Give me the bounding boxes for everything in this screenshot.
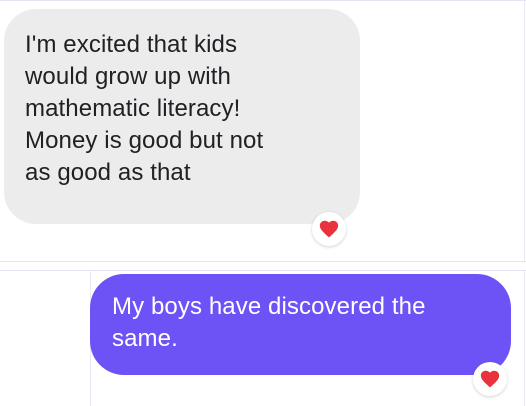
heart-icon (319, 220, 339, 238)
heart-icon (480, 370, 500, 388)
heart-reaction-badge[interactable] (473, 362, 507, 396)
divider-line (524, 0, 525, 262)
sent-message-bubble[interactable]: My boys have discovered the same. (90, 274, 511, 375)
heart-reaction-badge[interactable] (312, 212, 346, 246)
received-message-bubble[interactable]: I'm excited that kids would grow up with… (4, 9, 360, 224)
divider-line (524, 270, 525, 406)
